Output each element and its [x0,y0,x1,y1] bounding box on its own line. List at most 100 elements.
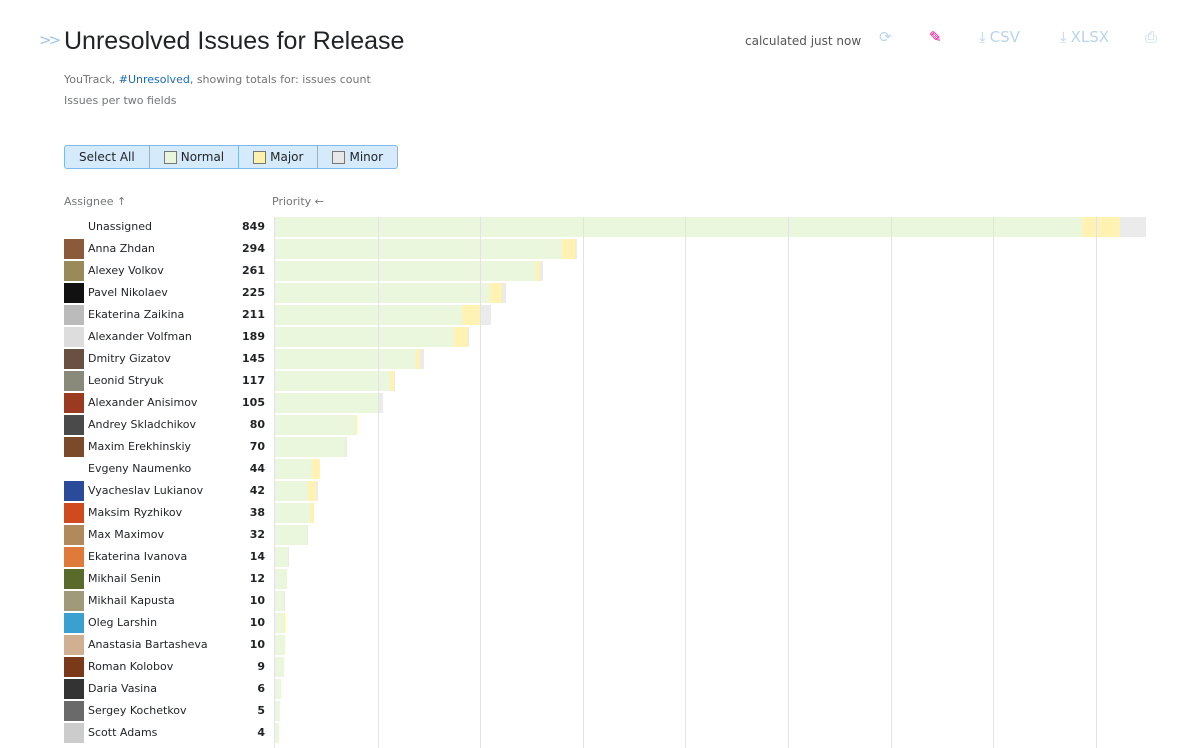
bar-major[interactable] [310,459,321,479]
bar-normal[interactable] [275,591,285,611]
table-row[interactable]: Alexander Anisimov 105 [64,393,1184,413]
assignee-name[interactable]: Andrey Skladchikov [88,418,196,431]
bar-major[interactable] [461,305,482,325]
bar-major[interactable] [1081,217,1121,237]
table-row[interactable]: Alexey Volkov 261 [64,261,1184,281]
bar-minor[interactable] [466,327,469,347]
bar-minor[interactable] [378,393,383,413]
assignee-name[interactable]: Pavel Nikolaev [88,286,168,299]
table-row[interactable]: Pavel Nikolaev 225 [64,283,1184,303]
assignee-name[interactable]: Evgeny Naumenko [88,462,191,475]
bar-normal[interactable] [275,217,1082,237]
assignee-name[interactable]: Mikhail Kapusta [88,594,175,607]
assignee-name[interactable]: Alexander Anisimov [88,396,197,409]
bar-normal[interactable] [275,437,345,457]
bar-minor[interactable] [394,371,396,391]
query-link[interactable]: #Unresolved [119,73,190,86]
bar-normal[interactable] [275,525,307,545]
bar-minor[interactable] [539,261,543,281]
assignee-name[interactable]: Daria Vasina [88,682,157,695]
table-row[interactable]: Roman Kolobov 9 [64,657,1184,677]
bar-minor[interactable] [284,591,286,611]
assignee-name[interactable]: Dmitry Gizatov [88,352,171,365]
bar-minor[interactable] [1120,217,1146,237]
priority-column-header[interactable]: Priority ← [272,195,324,208]
bar-normal[interactable] [275,239,562,259]
table-row[interactable]: Leonid Stryuk 117 [64,371,1184,391]
assignee-name[interactable]: Maksim Ryzhikov [88,506,182,519]
table-row[interactable]: Sergey Kochetkov 5 [64,701,1184,721]
table-row[interactable]: Maksim Ryzhikov 38 [64,503,1184,523]
table-row[interactable]: Unassigned 849 [64,217,1184,237]
table-row[interactable]: Mikhail Senin 12 [64,569,1184,589]
table-row[interactable]: Alexander Volfman 189 [64,327,1184,347]
table-row[interactable]: Scott Adams 4 [64,723,1184,743]
table-row[interactable]: Max Maximov 32 [64,525,1184,545]
bar-minor[interactable] [312,503,314,523]
filter-major[interactable]: Major [239,146,319,168]
bar-major[interactable] [453,327,467,347]
table-row[interactable]: Ekaterina Ivanova 14 [64,547,1184,567]
assignee-name[interactable]: Alexey Volkov [88,264,164,277]
refresh-button[interactable]: ⟳ [879,28,892,46]
bar-normal[interactable] [275,261,536,281]
csv-download-button[interactable]: ⤓ CSV [979,28,1020,46]
table-row[interactable]: Maxim Erekhinskiy 70 [64,437,1184,457]
bar-major[interactable] [306,481,317,501]
assignee-name[interactable]: Ekaterina Zaikina [88,308,184,321]
xlsx-download-button[interactable]: ⤓ XLSX [1060,28,1109,46]
bar-normal[interactable] [275,371,390,391]
bar-normal[interactable] [275,701,281,721]
bar-normal[interactable] [275,547,289,567]
select-all-button[interactable]: Select All [65,146,150,168]
bar-minor[interactable] [344,437,347,457]
bar-minor[interactable] [288,547,290,567]
bar-normal[interactable] [275,393,378,413]
bar-normal[interactable] [275,635,286,655]
bar-major[interactable] [284,613,286,633]
assignee-name[interactable]: Ekaterina Ivanova [88,550,187,563]
bar-normal[interactable] [275,415,356,435]
table-row[interactable]: Daria Vasina 6 [64,679,1184,699]
bar-minor[interactable] [419,349,424,369]
filter-minor[interactable]: Minor [318,146,397,168]
assignee-name[interactable]: Maxim Erekhinskiy [88,440,191,453]
assignee-name[interactable]: Mikhail Senin [88,572,161,585]
filter-normal[interactable]: Normal [150,146,240,168]
bar-major[interactable] [283,657,285,677]
bar-major[interactable] [489,283,501,303]
assignee-name[interactable]: Sergey Kochetkov [88,704,187,717]
bar-normal[interactable] [275,679,282,699]
assignee-name[interactable]: Anastasia Bartasheva [88,638,208,651]
table-row[interactable]: Mikhail Kapusta 10 [64,591,1184,611]
edit-button[interactable]: ✎ [929,28,942,46]
table-row[interactable]: Anastasia Bartasheva 10 [64,635,1184,655]
table-row[interactable]: Dmitry Gizatov 145 [64,349,1184,369]
assignee-name[interactable]: Max Maximov [88,528,164,541]
table-row[interactable]: Ekaterina Zaikina 211 [64,305,1184,325]
bar-minor[interactable] [574,239,577,259]
bar-normal[interactable] [275,723,280,743]
bar-normal[interactable] [275,283,490,303]
bar-major[interactable] [561,239,575,259]
bar-normal[interactable] [275,327,454,347]
table-row[interactable]: Vyacheslav Lukianov 42 [64,481,1184,501]
table-row[interactable]: Anna Zhdan 294 [64,239,1184,259]
assignee-name[interactable]: Anna Zhdan [88,242,155,255]
bar-normal[interactable] [275,569,288,589]
table-row[interactable]: Oleg Larshin 10 [64,613,1184,633]
bar-normal[interactable] [275,481,307,501]
bar-minor[interactable] [500,283,506,303]
bar-minor[interactable] [306,525,308,545]
table-row[interactable]: Evgeny Naumenko 44 [64,459,1184,479]
bar-normal[interactable] [275,503,309,523]
bar-normal[interactable] [275,349,416,369]
assignee-name[interactable]: Scott Adams [88,726,157,739]
assignee-name[interactable]: Roman Kolobov [88,660,173,673]
bar-minor[interactable] [316,481,319,501]
assignee-name[interactable]: Vyacheslav Lukianov [88,484,203,497]
assignee-column-header[interactable]: Assignee ↑ [64,195,126,208]
assignee-name[interactable]: Oleg Larshin [88,616,157,629]
assignee-name[interactable]: Alexander Volfman [88,330,192,343]
bar-major[interactable] [355,415,358,435]
